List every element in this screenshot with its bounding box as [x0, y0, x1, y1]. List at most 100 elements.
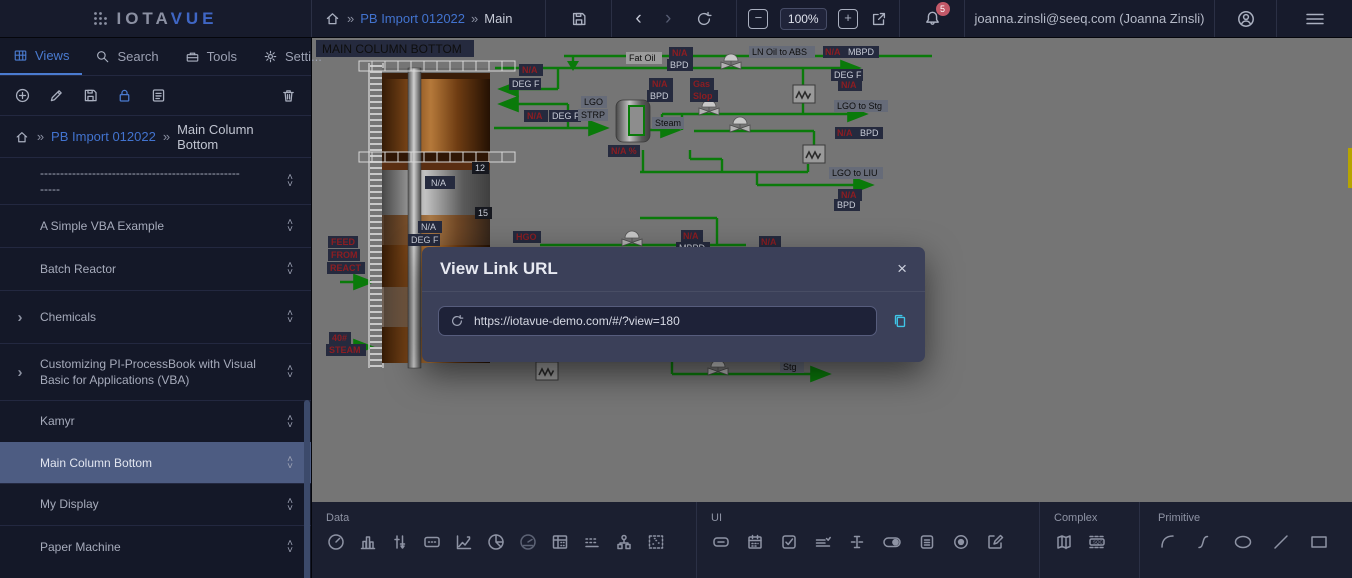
svg-text:DEG F: DEG F [834, 70, 862, 80]
sidebar-breadcrumb-link[interactable]: PB Import 012022 [51, 129, 156, 144]
sidebar-scrollbar[interactable] [304, 400, 310, 578]
palette-group-label: Primitive [1158, 512, 1352, 524]
notes-icon[interactable] [150, 87, 167, 104]
list-item[interactable]: Batch Reactor ˄˅ [0, 247, 311, 290]
copy-to-clipboard-icon[interactable] [891, 312, 909, 330]
account-icon[interactable] [1236, 9, 1256, 29]
gauge-icon[interactable] [326, 532, 346, 552]
ellipse-icon[interactable] [1232, 532, 1254, 552]
dot-matrix-icon[interactable] [582, 532, 602, 552]
reorder-control[interactable]: ˄˅ [279, 540, 301, 554]
list-item[interactable]: › Customizing PI-ProcessBook with Visual… [0, 343, 311, 400]
svg-text:15: 15 [478, 208, 488, 218]
svg-text:40#: 40# [332, 333, 347, 343]
list-item[interactable]: A Simple VBA Example ˄˅ [0, 204, 311, 247]
zoom-level: 100% [780, 8, 827, 30]
add-view-icon[interactable] [14, 87, 31, 104]
home-icon[interactable] [14, 129, 30, 145]
view-link-url-input[interactable] [474, 314, 866, 328]
list-item[interactable]: Kamyr ˄˅ [0, 400, 311, 442]
stripper-vessel [616, 100, 650, 142]
reorder-control[interactable]: ˄˅ [279, 174, 301, 188]
svg-text:N/A: N/A [837, 128, 853, 138]
svg-text:MBPD: MBPD [848, 47, 875, 57]
radio-button-icon[interactable] [951, 532, 971, 552]
close-icon[interactable]: × [897, 259, 907, 279]
svg-text:12: 12 [475, 163, 485, 173]
hierarchy-icon[interactable] [614, 532, 634, 552]
user-email[interactable]: joanna.zinsli@seeq.com (Joanna Zinsli) [965, 0, 1215, 37]
text-input-icon[interactable] [847, 532, 867, 552]
palette-group-complex: Complex SQC [1040, 502, 1140, 578]
dialog-body [422, 292, 925, 350]
dial-icon[interactable] [518, 532, 538, 552]
list-item[interactable]: My Display ˄˅ [0, 483, 311, 525]
reorder-control[interactable]: ˄˅ [279, 262, 301, 276]
open-external-icon[interactable] [870, 10, 888, 28]
tab-tools[interactable]: Tools [172, 38, 250, 75]
edit-pencil-icon[interactable] [48, 87, 65, 104]
reorder-control[interactable]: ˄˅ [279, 498, 301, 512]
tab-settings[interactable]: Setti... [250, 38, 335, 75]
reorder-control[interactable]: ˄˅ [279, 310, 301, 324]
curve-icon[interactable] [1195, 532, 1215, 552]
breadcrumb-link[interactable]: PB Import 012022 [360, 11, 465, 26]
list-item[interactable]: Paper Machine ˄˅ [0, 525, 311, 568]
menu-icon[interactable] [1304, 10, 1326, 28]
button-icon[interactable] [711, 532, 731, 552]
trend-chart-icon[interactable] [454, 532, 474, 552]
map-icon[interactable] [1054, 532, 1074, 552]
expand-chevron-icon[interactable]: › [0, 309, 40, 326]
tab-views[interactable]: Views [0, 38, 82, 75]
bar-chart-icon[interactable] [358, 532, 378, 552]
breadcrumb-separator: » [347, 11, 354, 26]
diagram-title: MAIN COLUMN BOTTOM [316, 40, 474, 57]
lock-icon[interactable] [116, 87, 133, 104]
reorder-control[interactable]: ˄˅ [279, 219, 301, 233]
home-icon[interactable] [324, 10, 341, 27]
list-item[interactable]: ----------------------------------------… [0, 158, 311, 204]
arc-icon[interactable] [1158, 532, 1178, 552]
rectangle-icon[interactable] [1308, 532, 1330, 552]
notification-bell-icon[interactable]: 5 [923, 9, 942, 28]
reorder-control[interactable]: ˄˅ [279, 365, 301, 379]
vertical-slider-icon[interactable] [390, 532, 410, 552]
tab-search[interactable]: Search [82, 38, 171, 75]
save-view-icon[interactable] [82, 87, 99, 104]
list-item-selected[interactable]: Main Column Bottom ˄˅ [0, 442, 311, 483]
views-list: ----------------------------------------… [0, 158, 311, 578]
svg-text:LGO to Stg: LGO to Stg [837, 101, 882, 111]
text-editor-icon[interactable] [985, 532, 1005, 552]
nav-forward-button[interactable]: › [665, 9, 671, 28]
delete-trash-icon[interactable] [280, 87, 297, 104]
svg-text:N/A: N/A [683, 231, 699, 241]
save-icon[interactable] [570, 10, 588, 28]
checkbox-icon[interactable] [779, 532, 799, 552]
date-picker-icon[interactable] [745, 532, 765, 552]
zoom-in-button[interactable]: + [838, 9, 858, 29]
zoom-out-button[interactable]: − [748, 9, 768, 29]
logo-text-iota: IOTA [116, 9, 170, 28]
pivot-table-icon[interactable] [550, 532, 570, 552]
line-icon[interactable] [1271, 532, 1291, 552]
scatter-plot-icon[interactable] [646, 532, 666, 552]
reorder-control[interactable]: ˄˅ [279, 415, 301, 429]
nav-back-button[interactable]: ‹ [635, 9, 641, 28]
list-box-icon[interactable] [917, 532, 937, 552]
pie-chart-icon[interactable] [486, 532, 506, 552]
numeric-display-icon[interactable] [422, 532, 442, 552]
link-refresh-icon [449, 313, 465, 329]
toggle-icon[interactable] [881, 532, 903, 552]
svg-text:N/A: N/A [421, 222, 436, 232]
svg-text:LGO to LIU: LGO to LIU [832, 168, 878, 178]
refresh-icon[interactable] [695, 10, 713, 28]
view-link-url-dialog: View Link URL × [422, 247, 925, 362]
multi-select-icon[interactable] [813, 532, 833, 552]
reorder-control[interactable]: ˄˅ [279, 456, 301, 470]
svg-text:LGO: LGO [584, 97, 603, 107]
list-item[interactable]: › Chemicals ˄˅ [0, 290, 311, 343]
palette-group-label: Complex [1054, 512, 1139, 524]
sqc-icon[interactable]: SQC [1086, 532, 1108, 552]
expand-chevron-icon[interactable]: › [0, 364, 40, 381]
svg-text:SQC: SQC [1093, 540, 1104, 545]
